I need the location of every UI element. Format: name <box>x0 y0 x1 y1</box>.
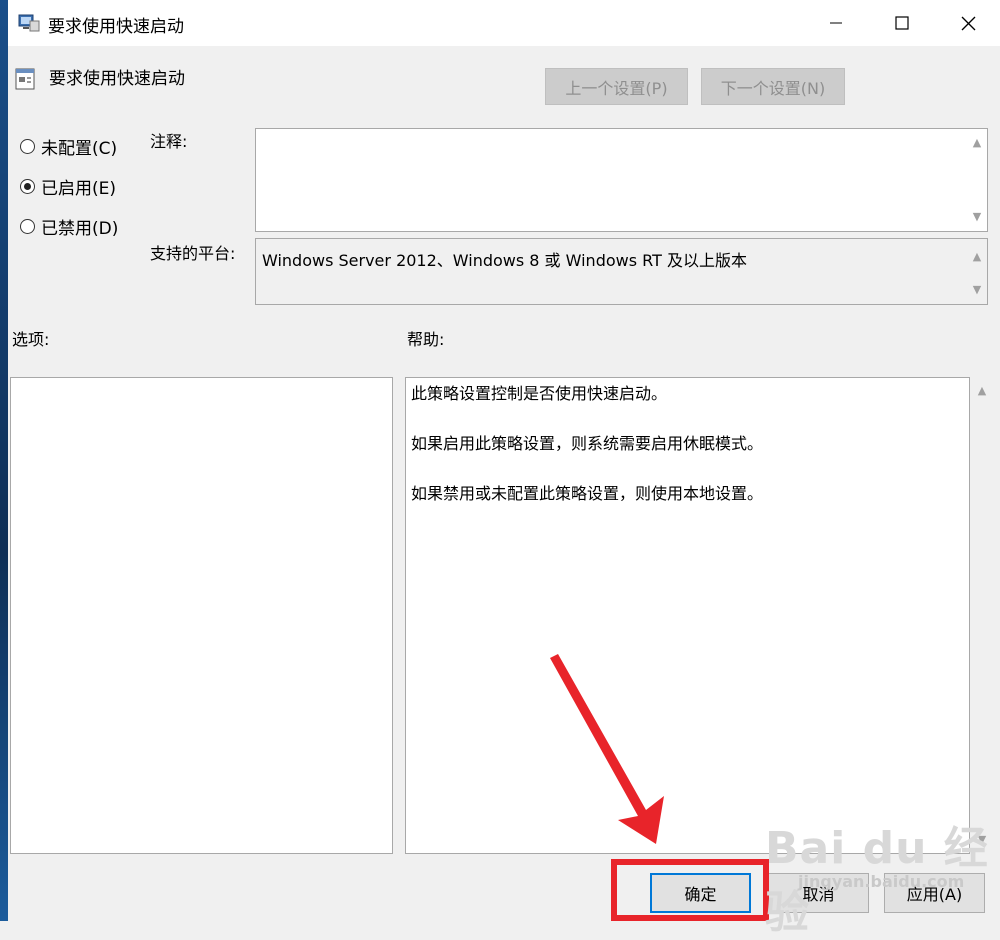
close-icon <box>961 16 975 30</box>
desktop-background <box>0 0 8 921</box>
help-text: 此策略设置控制是否使用快速启动。 如果启用此策略设置，则系统需要启用休眠模式。 … <box>411 384 763 534</box>
title-bar[interactable]: 要求使用快速启动 <box>8 0 1000 46</box>
next-setting-button[interactable]: 下一个设置(N) <box>701 68 845 105</box>
maximize-icon <box>895 16 909 30</box>
scroll-up-icon[interactable]: ▲ <box>971 137 983 149</box>
comment-textarea[interactable]: ▲ ▼ <box>255 128 988 232</box>
radio-not-configured[interactable]: 未配置(C) <box>20 134 117 159</box>
platform-text: Windows Server 2012、Windows 8 或 Windows … <box>262 251 747 270</box>
options-label: 选项: <box>12 330 50 349</box>
policy-name: 要求使用快速启动 <box>49 69 185 89</box>
radio-circle-checked[interactable] <box>20 179 35 194</box>
scroll-up-icon[interactable]: ▲ <box>971 251 983 263</box>
radio-label: 已启用(E) <box>41 179 117 199</box>
radio-circle[interactable] <box>20 219 35 234</box>
options-pane[interactable] <box>10 377 393 854</box>
window-title: 要求使用快速启动 <box>48 17 184 37</box>
watermark-url: jingyan.baidu.com <box>798 872 965 891</box>
help-scrollbar[interactable]: ▲ ▼ <box>972 377 992 854</box>
minimize-button[interactable] <box>804 0 868 46</box>
radio-label: 已禁用(D) <box>41 219 119 239</box>
radio-disabled[interactable]: 已禁用(D) <box>20 214 118 239</box>
help-paragraph: 如果禁用或未配置此策略设置，则使用本地设置。 <box>411 484 764 503</box>
policy-setting-icon <box>15 68 35 90</box>
scroll-down-icon[interactable]: ▼ <box>971 211 983 223</box>
help-label: 帮助: <box>407 330 445 349</box>
policy-dialog: 要求使用快速启动 要求使用快速启动 上一个设置(P) 下一个设置(N) 未配置(… <box>8 0 1000 938</box>
platform-label: 支持的平台: <box>150 244 236 263</box>
scroll-down-icon[interactable]: ▼ <box>971 284 983 296</box>
comment-scrollbar[interactable]: ▲ ▼ <box>967 129 987 231</box>
comment-label: 注释: <box>150 132 188 151</box>
radio-label: 未配置(C) <box>41 139 118 159</box>
help-paragraph: 此策略设置控制是否使用快速启动。 <box>411 384 668 403</box>
platform-field: Windows Server 2012、Windows 8 或 Windows … <box>255 238 988 305</box>
maximize-button[interactable] <box>870 0 934 46</box>
annotation-highlight-box <box>611 859 769 921</box>
scroll-up-icon[interactable]: ▲ <box>976 385 988 397</box>
previous-setting-button[interactable]: 上一个设置(P) <box>545 68 688 105</box>
minimize-icon <box>830 22 842 24</box>
radio-circle[interactable] <box>20 139 35 154</box>
platform-scrollbar[interactable]: ▲ ▼ <box>967 239 987 304</box>
radio-enabled[interactable]: 已启用(E) <box>20 174 116 199</box>
annotation-arrow-icon <box>550 654 664 844</box>
close-button[interactable] <box>936 0 1000 46</box>
help-paragraph: 如果启用此策略设置，则系统需要启用休眠模式。 <box>411 434 764 453</box>
group-policy-app-icon <box>18 14 40 32</box>
